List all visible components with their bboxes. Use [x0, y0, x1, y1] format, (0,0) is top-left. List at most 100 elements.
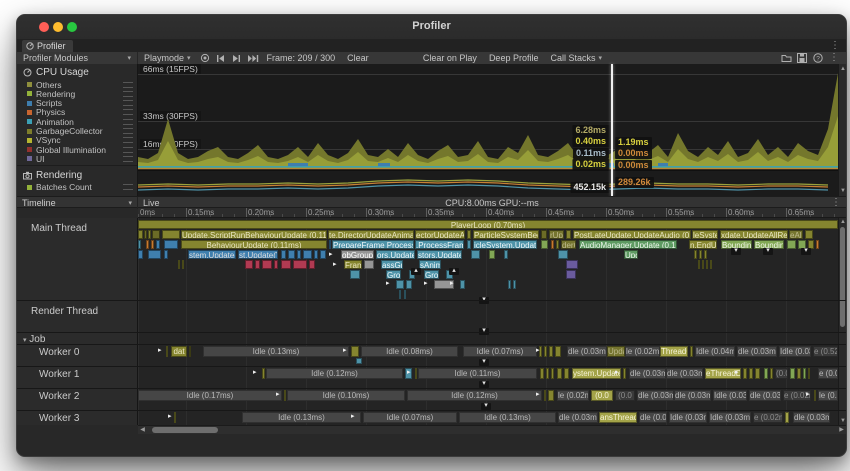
timeline-span[interactable] — [513, 280, 516, 289]
timeline-span[interactable]: Idle (0.04ms) — [695, 346, 735, 357]
timeline-span[interactable] — [406, 280, 412, 289]
expand-down-icon[interactable]: ▾ — [763, 248, 773, 255]
timeline-span[interactable]: ystem.UpdateJob ( — [572, 368, 621, 379]
timeline-horizontal-scrollbar[interactable]: ◀ ▶ — [138, 425, 846, 434]
timeline-span[interactable] — [471, 250, 480, 259]
timeline-span[interactable] — [623, 368, 626, 379]
timeline-span[interactable] — [556, 240, 559, 249]
timeline-span[interactable] — [309, 260, 315, 269]
timeline-span[interactable]: Idle (0.12ms) — [266, 368, 403, 379]
expand-right-icon[interactable]: ▸ — [735, 369, 739, 376]
timeline-span[interactable]: obGroupID, — [341, 250, 374, 259]
timeline-span[interactable] — [749, 368, 753, 379]
timeline-span[interactable]: st.Update() — [238, 250, 278, 259]
timeline-span[interactable] — [460, 280, 465, 289]
expand-right-icon[interactable]: ▸ — [276, 391, 280, 398]
timeline-span[interactable]: PlayerLoop (0.70ms) — [138, 220, 838, 229]
timeline-span[interactable] — [138, 230, 143, 239]
timeline-span[interactable]: PostLateUpdate.UpdateAudio (0.10ms) — [573, 230, 691, 239]
drag-handle-icon[interactable] — [123, 184, 133, 190]
timeline-span[interactable]: Idle (0.11ms) — [418, 368, 537, 379]
help-icon[interactable]: ? — [810, 52, 826, 64]
timeline-span[interactable] — [156, 240, 160, 249]
timeline-span[interactable]: dle (0.03ms) — [637, 390, 674, 401]
expand-right-icon[interactable]: ▸ — [536, 347, 540, 354]
clear-on-play-toggle[interactable]: Clear on Play — [417, 52, 483, 64]
timeline-span[interactable] — [350, 270, 360, 279]
timeline-span[interactable] — [152, 230, 160, 239]
drag-handle-icon[interactable] — [123, 82, 133, 88]
expand-right-icon[interactable]: ▸ — [450, 280, 454, 287]
timeline-span[interactable]: Upd — [624, 250, 638, 259]
timeline-span[interactable] — [548, 390, 554, 401]
timeline-span[interactable] — [262, 260, 272, 269]
timeline-span[interactable] — [467, 240, 471, 249]
expand-right-icon[interactable]: ▸ — [386, 280, 390, 287]
timeline-span[interactable] — [508, 280, 511, 289]
timeline-span[interactable]: Fram — [344, 260, 362, 269]
drag-handle-icon[interactable] — [123, 119, 133, 125]
prev-frame-button[interactable] — [213, 52, 229, 64]
expand-up-icon[interactable]: ▴ — [411, 268, 421, 275]
timeline-span[interactable] — [805, 230, 813, 239]
expand-right-icon[interactable]: ▸ — [158, 347, 162, 354]
timeline-span[interactable]: dle (0.03m — [793, 412, 830, 423]
timeline-span[interactable]: sAnimat — [419, 260, 441, 269]
timeline-span[interactable]: Idle (0.12ms) — [407, 390, 542, 401]
timeline-span[interactable]: BehaviourUpdate (0.11ms) — [181, 240, 327, 249]
scroll-left-icon[interactable]: ◀ — [138, 426, 147, 434]
timeline-span[interactable]: dle (0.03ms — [567, 346, 607, 357]
drag-handle-icon[interactable] — [123, 100, 133, 106]
timeline-span[interactable]: Idle (0.03ms) — [709, 412, 751, 423]
timeline-span[interactable]: Idle (0.13ms) — [203, 346, 349, 357]
timeline-span[interactable] — [690, 346, 693, 357]
timeline-span[interactable] — [706, 260, 708, 269]
current-frame-button[interactable] — [245, 52, 261, 64]
timeline-span[interactable]: PrepareFrame ProcessFrame — [332, 240, 414, 249]
timeline-span[interactable] — [787, 240, 796, 249]
timeline-span[interactable]: Idle (0.08ms) — [361, 346, 458, 357]
timeline-span[interactable]: (0.0 — [591, 390, 613, 401]
timeline-span[interactable]: ansThreadPos — [599, 412, 637, 423]
timeline-span[interactable] — [546, 368, 549, 379]
legend-item[interactable]: Batches Count — [27, 183, 133, 192]
timeline-span[interactable] — [704, 250, 707, 259]
timeline-span[interactable] — [551, 368, 554, 379]
timeline-span[interactable] — [814, 390, 816, 401]
timeline-span[interactable]: ThreadC — [660, 346, 688, 357]
deep-profile-toggle[interactable]: Deep Profile — [483, 52, 545, 64]
expand-down-icon[interactable]: ▾ — [801, 248, 811, 255]
expand-up-icon[interactable]: ▴ — [449, 268, 459, 275]
expand-down-icon[interactable]: ▾ — [479, 381, 489, 388]
time-ruler[interactable]: 0ms0.15ms0.20ms0.25ms0.30ms0.35ms0.40ms0… — [138, 208, 846, 218]
timeline-span[interactable]: ParticleSystemBeginUpd — [473, 230, 539, 239]
timeline-span[interactable] — [544, 346, 547, 357]
timeline-vertical-scrollbar[interactable]: ▲ ▼ — [838, 218, 846, 425]
timeline-span[interactable]: leSystemE — [692, 230, 718, 239]
record-button[interactable] — [197, 52, 213, 64]
timeline-span[interactable]: Idle (0.07ms) — [363, 412, 457, 423]
timeline-span[interactable] — [415, 368, 417, 379]
timeline-span[interactable] — [555, 346, 561, 357]
timeline-span[interactable]: Idle (0.13ms) — [459, 412, 556, 423]
timeline-view-dropdown[interactable]: Timeline ▾ — [17, 197, 138, 209]
expand-right-icon[interactable]: ▸ — [253, 369, 257, 376]
collapse-triangle-icon[interactable]: ▾ — [23, 337, 27, 344]
timeline-span[interactable]: dle (0.03ms — [749, 390, 781, 401]
expand-right-icon[interactable]: ▸ — [424, 280, 428, 287]
timeline-span[interactable] — [297, 250, 301, 259]
timeline-span[interactable] — [166, 346, 168, 357]
drag-handle-icon[interactable] — [123, 91, 133, 97]
timeline-span[interactable] — [329, 240, 331, 249]
timeline-span[interactable] — [189, 346, 191, 357]
timeline-span[interactable] — [174, 412, 176, 423]
timeline-span[interactable] — [566, 230, 571, 239]
timeline-span[interactable] — [710, 260, 712, 269]
timeline-span[interactable] — [262, 368, 265, 379]
drag-handle-icon[interactable] — [123, 147, 133, 153]
timeline-span[interactable]: ors.Update (0 — [376, 250, 415, 259]
timeline-span[interactable]: assGrap — [381, 260, 403, 269]
timeline-span[interactable]: Idle (0.03ms) — [713, 390, 747, 401]
legend-item[interactable]: Rendering — [27, 89, 133, 98]
timeline-span[interactable]: dle (0.03ms) — [629, 368, 666, 379]
